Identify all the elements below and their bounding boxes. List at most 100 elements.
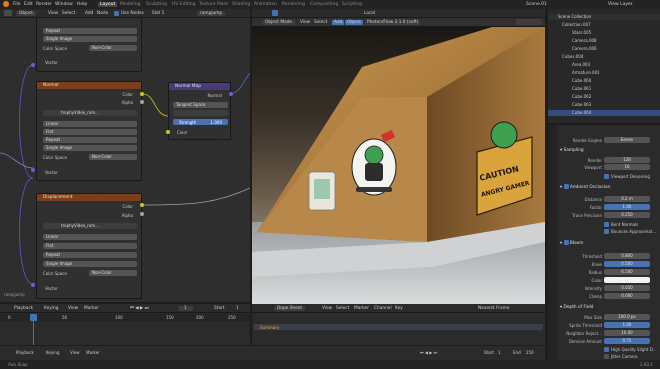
outliner-item[interactable]: Collection.007 [548, 22, 660, 28]
viewport-denoising-checkbox[interactable] [604, 174, 609, 179]
tab-layout[interactable]: Layout [98, 2, 118, 7]
displacement-image-node[interactable]: Displacement Color Alpha trophyVideo_ram… [36, 193, 142, 299]
play-controls[interactable]: ⏮ ◀ ▶ ⏭ [130, 306, 166, 311]
outliner-item[interactable]: Cube.064 [548, 110, 660, 116]
projection-dropdown[interactable]: Flat [43, 129, 137, 135]
marker-menu[interactable]: Marker [86, 350, 100, 355]
menu-render[interactable]: Render [36, 2, 52, 7]
vector-socket[interactable] [31, 283, 35, 287]
marker-menu[interactable]: Marker [354, 306, 369, 311]
play-icon[interactable] [272, 10, 278, 16]
threshold-field[interactable]: 0.800 [604, 253, 650, 259]
interpolation-dropdown[interactable]: Linear [43, 121, 137, 127]
extension-dropdown[interactable]: Repeat [43, 252, 137, 258]
view-menu[interactable]: View [70, 350, 80, 355]
image-datablock[interactable]: trophyVideo_ram... [43, 110, 137, 116]
source-dropdown[interactable]: Single Image [43, 261, 137, 267]
menu-add[interactable]: Add [85, 11, 93, 16]
normal-output-socket[interactable] [229, 92, 233, 96]
menu-view[interactable]: View [300, 20, 310, 25]
node-title[interactable]: Displacement [37, 194, 141, 201]
playback-menu[interactable]: Playback [16, 350, 34, 355]
menu-window[interactable]: Window [55, 2, 73, 7]
outliner-item[interactable]: Cube.063 [548, 102, 660, 108]
summary-row[interactable]: Summary [254, 324, 543, 330]
normal-image-node[interactable]: Normal Color Alpha trophyVideo_ram... Li… [36, 81, 142, 181]
bottom-timeline[interactable]: Playback Keying View Marker ⏮ ◀ ▶ ⏭ Star… [0, 346, 545, 360]
shading-mode-buttons[interactable] [516, 19, 542, 25]
tab-animation[interactable]: Animation [254, 2, 277, 7]
view-menu[interactable]: View [322, 306, 332, 311]
high-quality-checkbox[interactable] [604, 347, 609, 352]
image-datablock[interactable]: trophyVideo_ram... [43, 223, 137, 229]
clamp-field[interactable]: 0.000 [604, 293, 650, 299]
blender-logo-icon[interactable] [3, 1, 9, 7]
properties-tab-bar[interactable] [548, 125, 557, 360]
projection-dropdown[interactable]: Flat [43, 243, 137, 249]
marker-menu[interactable]: Marker [84, 306, 99, 311]
color-space-dropdown[interactable]: Non-Color [89, 270, 137, 276]
start-field[interactable]: 1 [236, 306, 239, 311]
depth-of-field-section[interactable]: ▾ Depth of Field [560, 304, 660, 311]
node-title[interactable]: Normal Map [169, 83, 230, 90]
end-field[interactable]: 250 [526, 350, 534, 355]
neighbor-rejection-field[interactable]: 10.00 [604, 330, 650, 336]
source-dropdown[interactable]: Single Image [43, 36, 137, 42]
timeline-editor[interactable]: Playback Keying View Marker ⏮ ◀ ▶ ⏭ 1 St… [0, 304, 250, 345]
factor-field[interactable]: 1.00 [604, 204, 650, 210]
orientation-dropdown[interactable]: Local [364, 11, 375, 16]
tab-sculpting[interactable]: Sculpting [146, 2, 167, 7]
space-dropdown[interactable]: Tangent Space [173, 102, 228, 108]
image-texture-node-top[interactable]: Repeat Single Image Color Space Non-Colo… [36, 18, 142, 72]
jitter-camera-checkbox[interactable] [604, 354, 609, 359]
tab-uv-editing[interactable]: UV Editing [172, 2, 195, 7]
menu-add[interactable]: Add [332, 20, 345, 25]
keying-menu[interactable]: Keying [46, 350, 59, 355]
render-engine-dropdown[interactable]: Eevee [604, 137, 650, 143]
menu-object[interactable]: Object [345, 20, 363, 25]
slot-dropdown[interactable]: Slot 1 [152, 11, 164, 16]
alpha-output-socket[interactable] [140, 100, 144, 104]
extension-dropdown[interactable]: Repeat [43, 28, 137, 34]
node-editor[interactable]: Repeat Single Image Color Space Non-Colo… [0, 18, 250, 302]
outliner-item[interactable]: Camera.006 [548, 46, 660, 52]
menu-select[interactable]: Select [62, 11, 75, 16]
max-size-field[interactable]: 100.0 px [604, 314, 650, 320]
extension-dropdown[interactable]: Repeat [43, 137, 137, 143]
viewport-samples-field[interactable]: 16 [604, 164, 650, 170]
keying-menu[interactable]: Keying [44, 306, 58, 311]
source-dropdown[interactable]: Single Image [43, 145, 137, 151]
start-field[interactable]: 1 [498, 350, 501, 355]
addon-button[interactable]: Photon/Flow 2.1.0 (soft) [365, 20, 421, 25]
render-samples-field[interactable]: 128 [604, 157, 650, 163]
menu-help[interactable]: Help [77, 2, 87, 7]
playhead[interactable] [30, 314, 37, 321]
view-layer-selector[interactable]: View Layer [608, 2, 633, 7]
distance-field[interactable]: 0.2 m [604, 196, 650, 202]
menu-file[interactable]: File [13, 2, 21, 7]
node-title[interactable]: Normal [37, 82, 141, 89]
uv-map-field[interactable] [173, 110, 228, 116]
normal-map-node[interactable]: Normal Map Normal Tangent Space Strength… [168, 82, 231, 140]
tab-texture-paint[interactable]: Texture Paint [199, 2, 228, 7]
object-mode-dropdown[interactable]: Object [16, 11, 36, 16]
color-input-socket[interactable] [166, 130, 170, 134]
play-controls[interactable]: ⏮ ◀ ▶ ⏭ [420, 350, 437, 355]
outliner-item[interactable]: Camera.008 [548, 38, 660, 44]
tab-rendering[interactable]: Rendering [282, 2, 305, 7]
bounces-checkbox[interactable] [604, 229, 609, 234]
use-nodes-checkbox[interactable] [114, 11, 119, 16]
channel-menu[interactable]: Channel [374, 306, 392, 311]
view-menu[interactable]: View [68, 306, 78, 311]
alpha-output-socket[interactable] [140, 212, 144, 216]
menu-edit[interactable]: Edit [24, 2, 33, 7]
outliner-item[interactable]: Stars.005 [548, 30, 660, 36]
scene-selector[interactable]: Scene.01 [526, 2, 547, 7]
object-mode-dropdown[interactable]: Object Mode [262, 20, 296, 25]
bloom-color-swatch[interactable] [604, 277, 650, 283]
menu-view[interactable]: View [48, 11, 58, 16]
properties-editor[interactable]: Render Engine Eevee ▾ Sampling Render 12… [548, 125, 660, 360]
intensity-field[interactable]: 0.050 [604, 285, 650, 291]
tab-compositing[interactable]: Compositing [310, 2, 338, 7]
color-output-socket[interactable] [140, 203, 144, 207]
